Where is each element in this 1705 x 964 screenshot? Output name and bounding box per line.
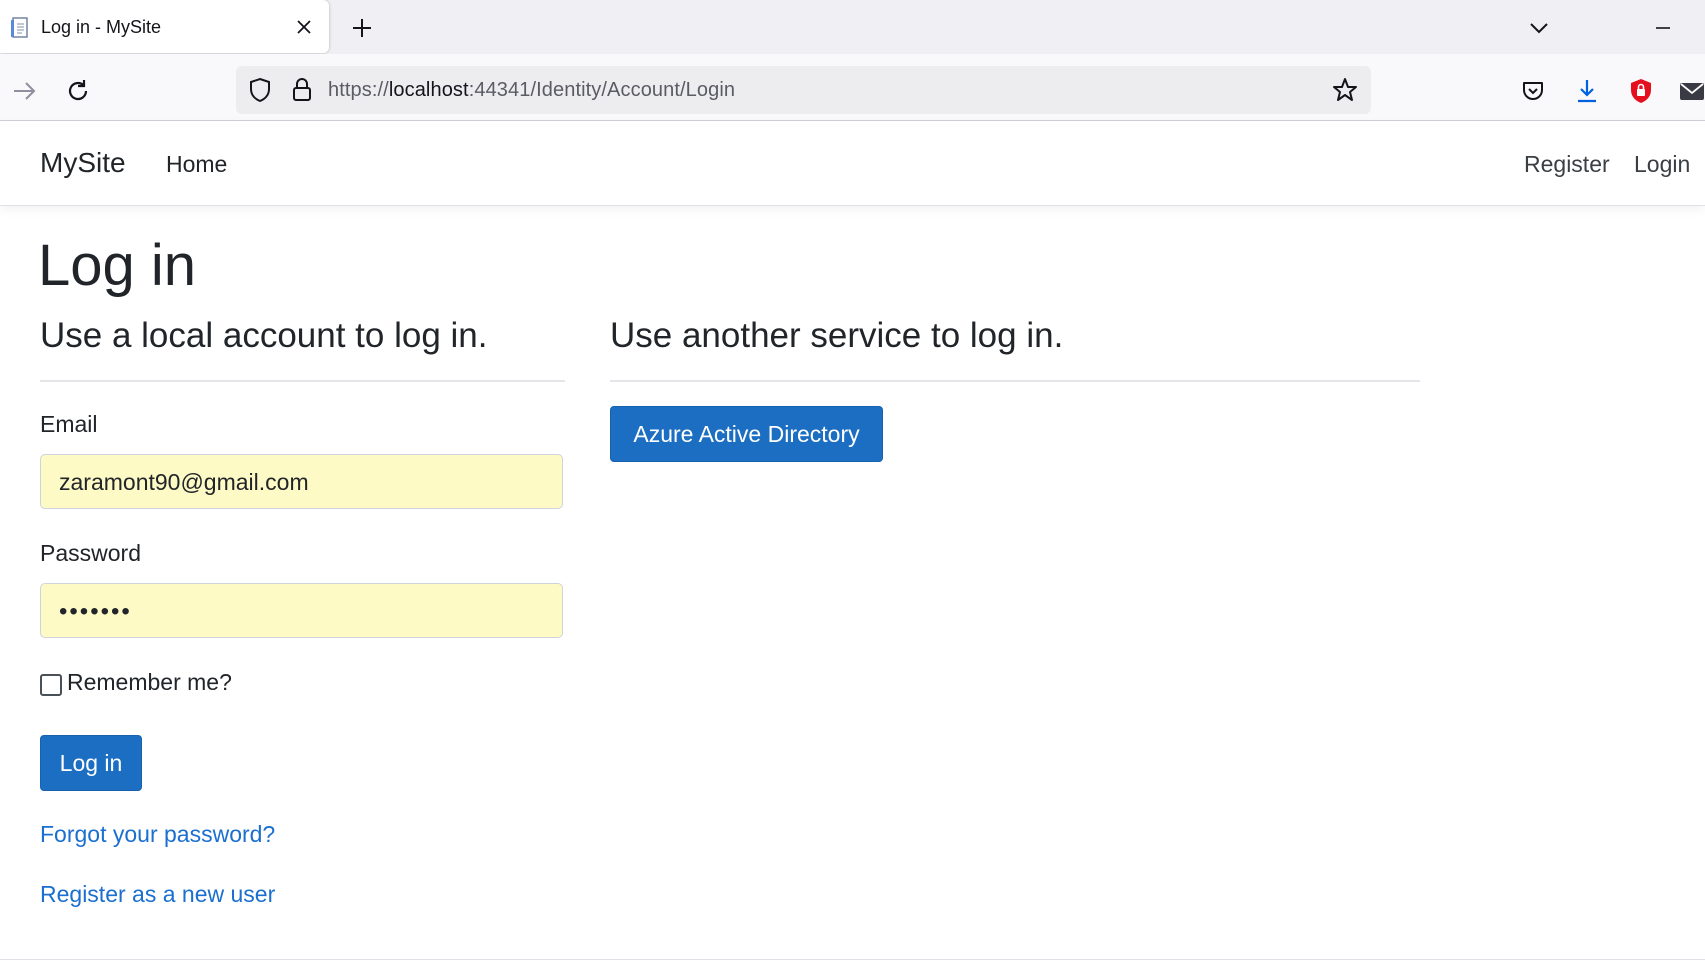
- site-brand-link[interactable]: MySite: [40, 147, 126, 179]
- nav-register-link[interactable]: Register: [1524, 151, 1610, 178]
- login-button[interactable]: Log in: [40, 735, 142, 791]
- star-icon[interactable]: [1331, 76, 1359, 104]
- external-login-heading: Use another service to log in.: [610, 316, 1064, 355]
- email-label: Email: [40, 411, 98, 437]
- forward-arrow-icon[interactable]: [10, 77, 38, 105]
- local-login-heading: Use a local account to log in.: [40, 316, 488, 355]
- email-field[interactable]: zaramont90@gmail.com: [40, 454, 563, 509]
- shield-icon[interactable]: [246, 76, 274, 104]
- mail-icon[interactable]: [1678, 77, 1705, 105]
- extension-shield-icon[interactable]: [1627, 77, 1655, 105]
- external-login-section: Use another service to log in. Azure Act…: [610, 316, 1420, 462]
- forgot-password-link[interactable]: Forgot your password?: [40, 821, 275, 848]
- lock-icon[interactable]: [288, 76, 316, 104]
- page-title: Log in: [38, 233, 197, 298]
- url-bar[interactable]: https://localhost:44341/Identity/Account…: [236, 66, 1371, 114]
- site-navbar: MySite Home Register Login: [0, 121, 1705, 206]
- tab-title: Log in - MySite: [41, 17, 162, 37]
- browser-tab-active[interactable]: Log in - MySite: [0, 0, 329, 53]
- footer-divider: [0, 959, 1705, 960]
- download-icon[interactable]: [1573, 77, 1601, 105]
- divider: [40, 380, 565, 382]
- divider: [610, 380, 1420, 382]
- plus-icon[interactable]: [350, 16, 374, 40]
- close-icon[interactable]: [293, 16, 315, 38]
- page-favicon-icon: [11, 17, 28, 38]
- local-login-section: Use a local account to log in. Email zar…: [40, 316, 565, 907]
- url-text[interactable]: https://localhost:44341/Identity/Account…: [328, 79, 735, 102]
- nav-home-link[interactable]: Home: [166, 151, 227, 178]
- pocket-icon[interactable]: [1519, 77, 1547, 105]
- minimize-icon[interactable]: [1652, 16, 1676, 40]
- nav-login-link[interactable]: Login: [1634, 151, 1690, 178]
- password-field[interactable]: •••••••: [40, 583, 563, 638]
- reload-icon[interactable]: [64, 77, 92, 105]
- register-new-user-link[interactable]: Register as a new user: [40, 881, 275, 908]
- remember-me-checkbox[interactable]: [40, 674, 62, 696]
- password-label: Password: [40, 540, 141, 566]
- remember-me-label[interactable]: Remember me?: [67, 669, 232, 696]
- chevron-down-icon[interactable]: [1527, 16, 1551, 40]
- browser-tabstrip: Log in - MySite: [0, 0, 1705, 54]
- azure-ad-login-button[interactable]: Azure Active Directory: [610, 406, 883, 462]
